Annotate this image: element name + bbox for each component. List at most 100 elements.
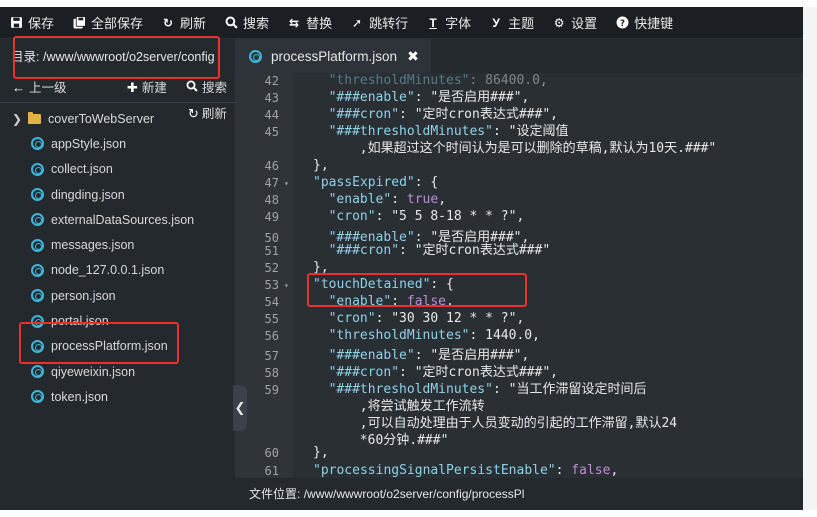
tree-file[interactable]: collect.json — [0, 157, 235, 182]
code-token: : — [469, 328, 486, 343]
tab-label: processPlatform.json — [271, 48, 398, 64]
line-number: 56 — [264, 329, 279, 343]
code-token: "###thresholdMinutes" — [328, 382, 493, 397]
save-icon — [9, 16, 23, 30]
code-line: "###enable": "是否启用###", — [329, 90, 530, 106]
new-file-label: 新建 — [141, 81, 167, 95]
tree-file[interactable]: qiyeweixin.json — [0, 359, 235, 384]
json-file-icon — [31, 162, 44, 176]
tree-file[interactable]: externalDataSources.json — [0, 207, 235, 232]
fold-toggle-icon[interactable]: ▾ — [284, 281, 289, 290]
line-number: 47 — [264, 176, 279, 190]
code-token: , — [532, 328, 540, 343]
code-line: "enable": true, — [329, 192, 446, 208]
fold-toggle-icon[interactable]: ▾ — [284, 179, 289, 188]
save-all-button[interactable]: 全部保存 — [63, 7, 152, 39]
replace-label: 替换 — [306, 16, 333, 31]
file-location-path: /www/wwwroot/o2server/config/processPl — [303, 487, 525, 501]
code-line: "###cron": "定时cron表达式###", — [329, 107, 558, 123]
code-token: : — [399, 365, 415, 380]
code-token: , — [516, 209, 525, 224]
line-number: 52 — [264, 261, 279, 275]
code-editor[interactable]: "thresholdMinutes": 86400.0,"###enable":… — [293, 73, 803, 478]
code-token: ,可以自动处理由于人员变动的引起的工作滞留,默认24 — [359, 416, 678, 431]
code-line: "cron": "5 5 8-18 * * ?", — [329, 209, 525, 225]
line-number: 61 — [264, 464, 279, 478]
json-file-icon — [31, 263, 44, 277]
json-file-icon — [31, 314, 44, 328]
save-button[interactable]: 保存 — [0, 7, 63, 39]
json-file-icon — [31, 137, 44, 151]
code-token: , — [610, 463, 619, 478]
up-level-button[interactable]: ← 上一级 — [12, 77, 67, 99]
tree-item-label: processPlatform.json — [51, 339, 168, 354]
line-number: 54 — [264, 295, 279, 309]
json-file-icon — [31, 390, 44, 404]
tab-processplatform-json[interactable]: processPlatform.json ✖ — [235, 39, 431, 73]
save-all-icon — [72, 16, 86, 30]
code-line: "###thresholdMinutes": "当工作滞留设定时间后 — [329, 382, 647, 398]
tree-file[interactable]: appStyle.json — [0, 131, 235, 156]
code-token: "5 5 8-18 * * ?" — [391, 209, 517, 224]
help-icon: ? — [615, 16, 629, 30]
code-token: "###cron" — [328, 243, 400, 258]
code-token: "enable" — [328, 294, 392, 309]
font-label: 字体 — [445, 16, 472, 31]
tree-item-label: coverToWebServer — [48, 111, 155, 126]
font-icon: T — [429, 15, 437, 30]
replace-button[interactable]: ⇆ 替换 — [278, 7, 341, 39]
json-file-icon — [31, 188, 44, 202]
code-token: , — [521, 90, 530, 105]
code-line: "processingSignalPersistEnable": false, — [313, 463, 618, 478]
collapse-sidebar-handle[interactable]: ❮ — [233, 385, 247, 431]
new-file-button[interactable]: ✚ 新建 — [127, 77, 167, 99]
code-token: "###enable" — [328, 90, 415, 105]
code-token: , — [550, 107, 558, 122]
tree-folder[interactable]: ❯ coverToWebServer — [0, 106, 235, 131]
tree-file[interactable]: person.json — [0, 283, 235, 308]
tree-file[interactable]: processPlatform.json — [0, 334, 235, 359]
code-token: ,将尝试触发工作流转 — [359, 399, 485, 414]
code-token: , — [516, 311, 525, 326]
window-edge — [803, 7, 817, 510]
tree-file[interactable]: node_127.0.0.1.json — [0, 258, 235, 283]
code-token: false — [571, 463, 611, 478]
tree-file[interactable]: token.json — [0, 384, 235, 409]
code-token: : — [399, 243, 415, 258]
chevron-right-icon[interactable]: ❯ — [12, 112, 22, 126]
code-token: "###enable" — [328, 348, 415, 363]
goto-line-button[interactable]: ➚ 跳转行 — [341, 7, 417, 39]
line-number: 59 — [264, 383, 279, 397]
code-token: "设定阈值 — [508, 124, 569, 139]
file-sidebar: 目录: /www/wwwroot/o2server/config ← 上一级 ✚… — [0, 39, 235, 510]
code-token: "touchDetained" — [313, 277, 431, 292]
tree-file[interactable]: messages.json — [0, 232, 235, 257]
scroll-fade — [293, 73, 803, 85]
font-button[interactable]: T 字体 — [417, 7, 480, 39]
search-button[interactable]: 搜索 — [215, 7, 278, 39]
plus-icon: ✚ — [127, 80, 138, 95]
code-token: : — [391, 294, 407, 309]
line-number: 42 — [264, 74, 279, 88]
settings-button[interactable]: ⚙ 设置 — [543, 7, 606, 39]
gear-icon: ⚙ — [553, 15, 565, 30]
close-tab-icon[interactable]: ✖ — [407, 48, 419, 65]
goto-line-label: 跳转行 — [369, 16, 409, 31]
theme-button[interactable]: У 主题 — [480, 7, 543, 39]
line-number: 43 — [264, 91, 279, 105]
refresh-button[interactable]: ↻ 刷新 — [152, 7, 215, 39]
shortcuts-button[interactable]: ? 快捷键 — [606, 7, 682, 39]
code-token: "enable" — [328, 192, 392, 207]
file-location-label: 文件位置: — [249, 487, 301, 501]
code-token: "定时cron表达式###" — [414, 107, 551, 122]
sidebar-search-button[interactable]: 搜索 — [186, 77, 227, 99]
directory-path-row: 目录: /www/wwwroot/o2server/config — [0, 45, 235, 69]
code-line: "###cron": "定时cron表达式###" — [329, 243, 551, 259]
tree-file[interactable]: dingding.json — [0, 182, 235, 207]
settings-label: 设置 — [571, 16, 598, 31]
folder-icon — [28, 111, 41, 124]
tree-file[interactable]: portal.json — [0, 308, 235, 333]
code-token: : — [414, 348, 431, 363]
code-line: *60分钟.###" — [360, 433, 449, 449]
code-line: ,将尝试触发工作流转 — [360, 399, 485, 415]
